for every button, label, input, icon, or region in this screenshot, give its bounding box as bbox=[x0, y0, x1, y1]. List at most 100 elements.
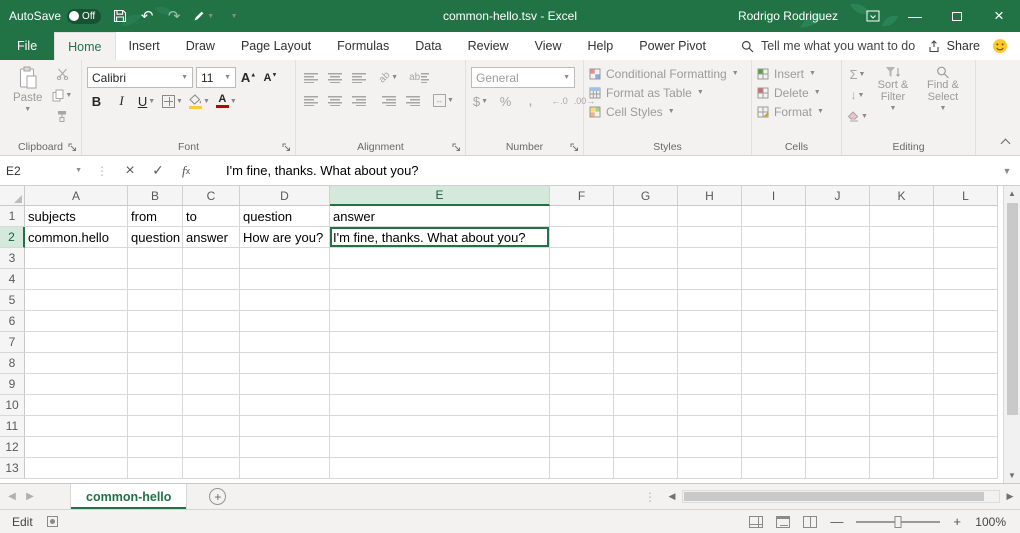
increase-decimal-button[interactable]: ←.0 bbox=[550, 91, 569, 111]
cell-F1[interactable] bbox=[550, 206, 614, 227]
cell-C10[interactable] bbox=[183, 395, 240, 416]
cell-K2[interactable] bbox=[870, 227, 934, 248]
zoom-in-button[interactable]: + bbox=[953, 514, 961, 529]
cell-J12[interactable] bbox=[806, 437, 870, 458]
cell-E9[interactable] bbox=[330, 374, 550, 395]
ribbon-display-options-button[interactable] bbox=[852, 0, 894, 32]
column-header-J[interactable]: J bbox=[806, 186, 870, 206]
cell-F2[interactable] bbox=[550, 227, 614, 248]
cell-G4[interactable] bbox=[614, 269, 678, 290]
orientation-button[interactable]: ab▼ bbox=[379, 67, 398, 87]
cell-I3[interactable] bbox=[742, 248, 806, 269]
name-box[interactable]: E2 ▼ bbox=[0, 156, 88, 185]
row-header-3[interactable]: 3 bbox=[0, 248, 25, 269]
cell-E12[interactable] bbox=[330, 437, 550, 458]
cell-D8[interactable] bbox=[240, 353, 330, 374]
cell-G5[interactable] bbox=[614, 290, 678, 311]
cell-C6[interactable] bbox=[183, 311, 240, 332]
percent-style-button[interactable]: % bbox=[496, 91, 515, 111]
vertical-scrollbar[interactable]: ▲ ▼ bbox=[1003, 186, 1020, 483]
tab-home[interactable]: Home bbox=[54, 32, 115, 60]
row-header-2[interactable]: 2 bbox=[0, 227, 25, 248]
cell-G13[interactable] bbox=[614, 458, 678, 479]
cell-E1[interactable]: answer bbox=[330, 206, 550, 227]
cell-D12[interactable] bbox=[240, 437, 330, 458]
cell-E10[interactable] bbox=[330, 395, 550, 416]
formula-bar-grip[interactable]: ⋮ bbox=[88, 156, 116, 185]
cell-B4[interactable] bbox=[128, 269, 183, 290]
cell-A11[interactable] bbox=[25, 416, 128, 437]
cell-I12[interactable] bbox=[742, 437, 806, 458]
top-align-button[interactable] bbox=[301, 67, 320, 87]
find-select-button[interactable]: Find & Select ▼ bbox=[918, 64, 968, 138]
clear-button[interactable]: ▼ bbox=[847, 106, 868, 126]
cell-A8[interactable] bbox=[25, 353, 128, 374]
cell-E7[interactable] bbox=[330, 332, 550, 353]
cell-D5[interactable] bbox=[240, 290, 330, 311]
cell-L12[interactable] bbox=[934, 437, 998, 458]
cell-D2[interactable]: How are you? bbox=[240, 227, 330, 248]
select-all-corner[interactable] bbox=[0, 186, 25, 206]
column-header-L[interactable]: L bbox=[934, 186, 998, 206]
cell-D11[interactable] bbox=[240, 416, 330, 437]
cell-J8[interactable] bbox=[806, 353, 870, 374]
cell-B13[interactable] bbox=[128, 458, 183, 479]
tell-me-search[interactable]: Tell me what you want to do bbox=[741, 32, 915, 60]
wrap-text-button[interactable]: ab bbox=[409, 67, 435, 87]
cell-C5[interactable] bbox=[183, 290, 240, 311]
cell-F5[interactable] bbox=[550, 290, 614, 311]
cell-K12[interactable] bbox=[870, 437, 934, 458]
cell-H6[interactable] bbox=[678, 311, 742, 332]
cell-F3[interactable] bbox=[550, 248, 614, 269]
expand-formula-bar-button[interactable]: ▼ bbox=[994, 156, 1020, 185]
column-header-F[interactable]: F bbox=[550, 186, 614, 206]
cell-A4[interactable] bbox=[25, 269, 128, 290]
cell-L9[interactable] bbox=[934, 374, 998, 395]
underline-button[interactable]: U▼ bbox=[137, 91, 156, 111]
cell-D7[interactable] bbox=[240, 332, 330, 353]
cell-A5[interactable] bbox=[25, 290, 128, 311]
cell-I8[interactable] bbox=[742, 353, 806, 374]
cell-I7[interactable] bbox=[742, 332, 806, 353]
cell-I6[interactable] bbox=[742, 311, 806, 332]
tab-page-layout[interactable]: Page Layout bbox=[228, 32, 324, 60]
cell-H9[interactable] bbox=[678, 374, 742, 395]
cell-L4[interactable] bbox=[934, 269, 998, 290]
row-header-7[interactable]: 7 bbox=[0, 332, 25, 353]
cell-L7[interactable] bbox=[934, 332, 998, 353]
cell-A13[interactable] bbox=[25, 458, 128, 479]
cell-D13[interactable] bbox=[240, 458, 330, 479]
decrease-font-size-button[interactable]: A▼ bbox=[261, 68, 280, 88]
cell-A10[interactable] bbox=[25, 395, 128, 416]
qat-customize-button[interactable]: ▼ bbox=[225, 6, 241, 26]
row-header-9[interactable]: 9 bbox=[0, 374, 25, 395]
cell-A2[interactable]: common.hello bbox=[25, 227, 128, 248]
cell-C2[interactable]: answer bbox=[183, 227, 240, 248]
cell-B8[interactable] bbox=[128, 353, 183, 374]
cell-K10[interactable] bbox=[870, 395, 934, 416]
cell-B2[interactable]: question bbox=[128, 227, 183, 248]
format-painter-button[interactable] bbox=[52, 106, 72, 126]
cell-L3[interactable] bbox=[934, 248, 998, 269]
save-button[interactable] bbox=[112, 6, 128, 26]
cell-G9[interactable] bbox=[614, 374, 678, 395]
cell-H3[interactable] bbox=[678, 248, 742, 269]
row-header-6[interactable]: 6 bbox=[0, 311, 25, 332]
cell-D3[interactable] bbox=[240, 248, 330, 269]
cell-J7[interactable] bbox=[806, 332, 870, 353]
cell-C3[interactable] bbox=[183, 248, 240, 269]
cell-F8[interactable] bbox=[550, 353, 614, 374]
formula-input[interactable]: I'm fine, thanks. What about you? bbox=[200, 156, 994, 185]
font-color-button[interactable]: A ▼ bbox=[216, 91, 237, 111]
sort-filter-button[interactable]: Sort & Filter ▼ bbox=[868, 64, 918, 138]
cell-E8[interactable] bbox=[330, 353, 550, 374]
cell-H1[interactable] bbox=[678, 206, 742, 227]
tab-view[interactable]: View bbox=[522, 32, 575, 60]
cell-E3[interactable] bbox=[330, 248, 550, 269]
cell-H5[interactable] bbox=[678, 290, 742, 311]
redo-button[interactable]: ↷ bbox=[166, 6, 182, 26]
cell-J5[interactable] bbox=[806, 290, 870, 311]
zoom-slider-thumb[interactable] bbox=[895, 516, 902, 528]
maximize-button[interactable] bbox=[936, 0, 978, 32]
increase-indent-button[interactable] bbox=[403, 90, 422, 110]
